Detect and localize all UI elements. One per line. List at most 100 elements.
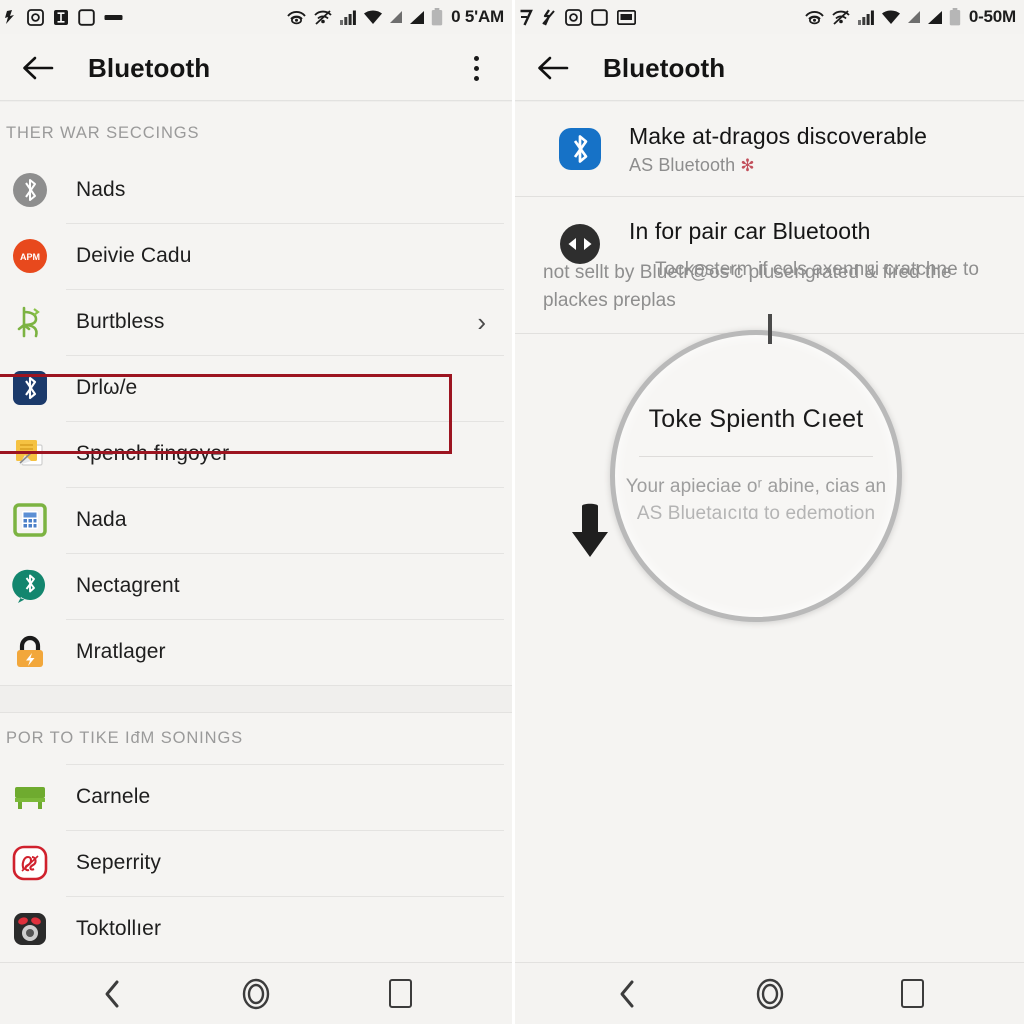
- bluetooth-blue-rounded-icon: [557, 122, 603, 172]
- list-item-burtbless[interactable]: Burtbless ›: [0, 289, 512, 355]
- magnified-title: Toke Spienth Cıeet: [648, 404, 864, 433]
- calculator-green-icon: [10, 500, 50, 540]
- right-status-bar: 0-50M: [515, 0, 1024, 34]
- left-nav-bar: [0, 962, 512, 1024]
- signal-triangle-2-icon: [927, 10, 943, 25]
- pair-title: In for pair car Bluetooth: [629, 217, 871, 244]
- green-bench-icon: [10, 777, 50, 817]
- green-glyph-icon: [10, 302, 50, 342]
- magnifier-content: Toke Spienth Cıeet Your apieciae oʳ abin…: [615, 335, 897, 617]
- list-item[interactable]: Mratlager: [0, 619, 512, 685]
- list-item-label: Spench fingoyer: [76, 442, 230, 465]
- list-item-label: Nada: [76, 508, 127, 531]
- list-item-label: Toktollıer: [76, 917, 162, 940]
- nav-back-icon[interactable]: [595, 970, 659, 1018]
- left-settings-list: THER WAR SECCINGS Nads APM Deivie Cadu B…: [0, 102, 512, 962]
- nav-home-icon[interactable]: [224, 970, 288, 1018]
- list-item[interactable]: Spench fingoyer: [0, 421, 512, 487]
- list-item[interactable]: Carnele: [0, 764, 512, 830]
- magnifier-lens: Toke Spienth Cıeet Your apieciae oʳ abin…: [610, 330, 902, 622]
- battery-icon: [949, 8, 961, 26]
- red-badge-icon: [10, 843, 50, 883]
- left-page-title: Bluetooth: [88, 52, 211, 83]
- wifi-icon: [881, 9, 901, 25]
- nav-home-icon[interactable]: [738, 970, 802, 1018]
- right-status-time: 0-50M: [968, 7, 1016, 26]
- nav-recents-icon[interactable]: [368, 970, 432, 1018]
- right-status-icons-group: [519, 8, 804, 26]
- back-arrow-icon[interactable]: [533, 48, 573, 88]
- wifi-icon: [363, 9, 383, 25]
- nav-back-icon[interactable]: [80, 970, 144, 1018]
- section-header-one: THER WAR SECCINGS: [6, 124, 200, 142]
- signal-triangle-2-icon: [409, 10, 425, 25]
- list-item[interactable]: Nads: [0, 157, 512, 223]
- svg-text:APM: APM: [20, 252, 40, 262]
- notification-icon: [4, 9, 18, 25]
- discoverable-text-block: Make at-dragos discoverable AS Bluetooth…: [629, 122, 1004, 176]
- dark-camera-icon: [10, 909, 50, 949]
- left-phone-screen: 0 5'AM Bluetooth THER WAR SECCINGS Nads: [0, 0, 512, 1024]
- discoverable-row[interactable]: Make at-dragos discoverable AS Bluetooth…: [515, 102, 1024, 196]
- list-item[interactable]: Nectagrent: [0, 553, 512, 619]
- left-status-icons-group: [4, 8, 286, 26]
- signal-bars-icon: [339, 9, 357, 26]
- section-spacer: [0, 685, 512, 713]
- nav-recents-icon[interactable]: [881, 970, 945, 1018]
- right-settings-content: Make at-dragos discoverable AS Bluetooth…: [515, 102, 1024, 962]
- right-status-right-group: 0-50M: [804, 7, 1016, 27]
- list-item[interactable]: Drlω/e: [0, 355, 512, 421]
- magnifier-handle: [767, 314, 772, 344]
- seven-glyph-icon: [519, 9, 533, 26]
- bluetooth-gray-circle-icon: [10, 170, 50, 210]
- cast-icon: [313, 8, 333, 26]
- cast-icon: [831, 8, 851, 26]
- list-item[interactable]: APM Deivie Cadu: [0, 223, 512, 289]
- eye-wifi-icon: [804, 8, 825, 26]
- overflow-menu-icon[interactable]: [458, 48, 494, 88]
- list-item-label: Nads: [76, 178, 126, 201]
- list-item-label: Nectagrent: [76, 574, 180, 597]
- card-icon: [617, 9, 636, 25]
- mute-icon: [542, 8, 556, 26]
- dash-icon: [104, 13, 123, 22]
- eye-wifi-icon: [286, 8, 307, 26]
- bluetooth-blue-square-icon: [10, 368, 50, 408]
- chevron-right-icon[interactable]: ›: [477, 309, 498, 335]
- screenshot-icon: [27, 8, 44, 26]
- back-arrow-icon[interactable]: [18, 48, 58, 88]
- square-icon: [78, 8, 95, 26]
- magnified-divider: [639, 455, 873, 457]
- orange-circle-icon: APM: [10, 236, 50, 276]
- list-item-label: Deivie Cadu: [76, 244, 192, 267]
- bluetooth-teal-chat-icon: [10, 566, 50, 606]
- battery-icon: [431, 8, 443, 26]
- right-page-title: Bluetooth: [603, 52, 726, 83]
- magnified-sub-line-2: AS Bluetaıcıtɑ to edemotion: [636, 503, 876, 524]
- note-pen-icon: [10, 434, 50, 474]
- pair-paragraph-line-3: plackes preplas: [543, 289, 676, 311]
- screenshot-icon: [565, 8, 582, 26]
- magnified-subtitle: Your apieciae oʳ abine, cias an AS Bluet…: [625, 473, 887, 528]
- dual-screenshot-composite: 0 5'AM Bluetooth THER WAR SECCINGS Nads: [0, 0, 1024, 1024]
- text-cursor-icon: [53, 9, 69, 26]
- signal-triangle-icon: [907, 10, 921, 24]
- section-header-two: POR TO TIKE IđM SONINGS: [6, 729, 244, 747]
- left-action-bar: Bluetooth: [0, 34, 512, 102]
- right-nav-bar: [515, 962, 1024, 1024]
- list-item-label: Mratlager: [76, 640, 166, 663]
- list-item-label: Seperrity: [76, 851, 161, 874]
- pair-card[interactable]: In for pair car Bluetooth Tockesterm if …: [515, 196, 1024, 333]
- right-action-bar: Bluetooth: [515, 34, 1024, 102]
- list-item[interactable]: Seperrity: [0, 830, 512, 896]
- list-item[interactable]: Nada: [0, 487, 512, 553]
- magnified-sub-line-1: Your apieciae oʳ abine, cias an: [625, 475, 887, 497]
- list-item[interactable]: Toktollıer: [0, 896, 512, 962]
- list-item-label: Drlω/e: [76, 376, 138, 399]
- left-status-time: 0 5'AM: [451, 7, 504, 26]
- left-status-bar: 0 5'AM: [0, 0, 512, 34]
- discoverable-card[interactable]: Make at-dragos discoverable AS Bluetooth…: [515, 102, 1024, 196]
- left-status-right-group: 0 5'AM: [286, 7, 504, 27]
- right-phone-screen: 0-50M Bluetooth Make at-dragos discovera…: [512, 0, 1024, 1024]
- signal-triangle-icon: [389, 10, 403, 24]
